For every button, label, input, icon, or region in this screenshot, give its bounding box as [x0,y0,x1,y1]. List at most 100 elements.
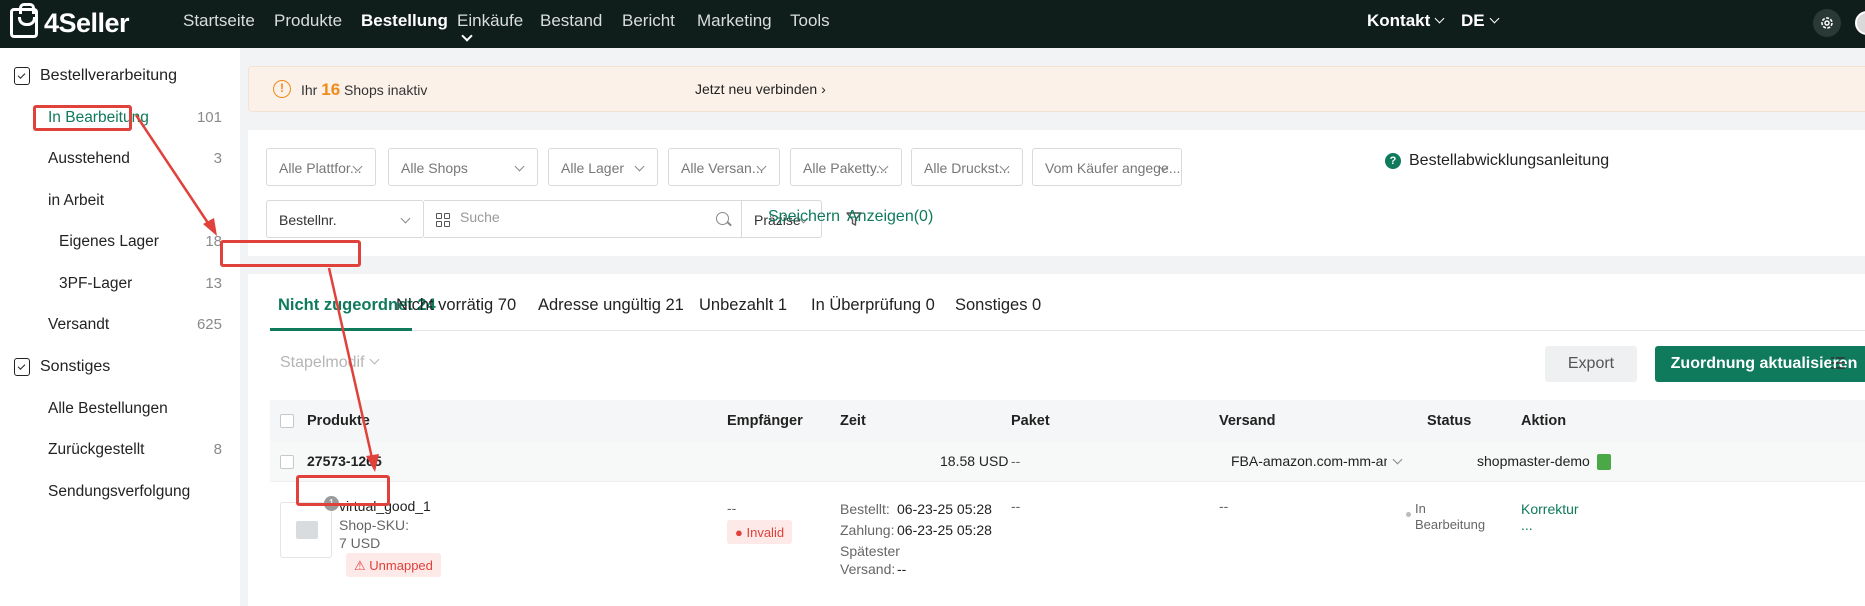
search-field-select[interactable]: Bestellnr. [266,200,424,238]
select-all-checkbox[interactable] [280,414,294,428]
platform-select[interactable]: Alle Plattfor... [266,148,376,186]
order-guide-label: Bestellabwicklungsanleitung [1409,152,1610,169]
brand-logo[interactable]: 4Seller [10,3,130,40]
alert-text: Ihr 16 Shops inaktiv [301,80,427,100]
buyer-specified-select[interactable]: Vom Käufer angege... [1032,148,1182,186]
warehouse-select[interactable]: Alle Lager [548,148,658,186]
latest-ship-label-2: Versand: [840,561,896,577]
tab-sonstiges[interactable]: Sonstiges 0 [955,296,1041,315]
tab-adresse-ungueltig[interactable]: Adresse ungültig 21 [538,296,684,315]
clipboard-check-icon [14,67,30,85]
chevron-down-icon [634,161,645,172]
sidebar-group-label: Sonstiges [40,358,111,375]
avatar[interactable] [1855,11,1865,35]
nav-einkaeufe[interactable]: Einkäufe [457,11,523,31]
annotation-highlight-tab [220,240,361,267]
order-checkbox[interactable] [280,455,294,469]
warehouse-select-value: Alle Lager [561,160,625,176]
chevron-down-icon [1434,13,1445,24]
package-type-select[interactable]: Alle Paketty... [790,148,902,186]
shipping-select[interactable]: Alle Versan... [668,148,780,186]
nav-bericht[interactable]: Bericht [622,11,675,31]
product-thumbnail[interactable] [280,502,332,558]
search-icon[interactable] [716,212,729,225]
export-button[interactable]: Export [1545,346,1637,382]
sidebar-item-count: 3 [213,150,222,167]
shop-sku-label: Shop-SKU: [339,517,410,533]
tab-nicht-vorraetig[interactable]: Nicht vorrätig 70 [396,296,516,315]
sidebar-item-ausstehend[interactable]: Ausstehend 3 [48,150,228,168]
invalid-address-badge[interactable]: ● Invalid [727,520,793,544]
order-row[interactable]: 27573-1265 18.58 USD -- FBA-amazon.com-m… [270,442,1865,482]
unmapped-badge[interactable]: ⚠ Unmapped [346,553,441,577]
column-empfaenger: Empfänger [727,413,803,429]
column-status: Status [1427,413,1472,429]
tab-in-ueberpruefung[interactable]: In Überprüfung 0 [811,296,935,315]
nav-startseite[interactable]: Startseite [183,11,255,31]
contact-menu[interactable]: Kontakt [1367,11,1445,31]
location-pin-icon: ● [735,525,743,540]
shopify-icon [1597,454,1611,470]
order-id[interactable]: 27573-1265 [307,453,382,469]
sidebar-group-sonstiges[interactable]: Sonstiges [14,358,110,376]
shop-select-value: Alle Shops [401,160,468,176]
save-filter-link[interactable]: Speichern [768,208,840,226]
invalid-label: Invalid [746,525,785,540]
grid-icon[interactable] [436,213,450,227]
correction-link[interactable]: Korrektur [1521,501,1579,517]
shopping-bag-icon [10,3,38,38]
search-input[interactable] [460,209,700,225]
shop-select[interactable]: Alle Shops [388,148,538,186]
column-settings-icon[interactable] [1831,357,1845,369]
sidebar-item-eigenes-lager[interactable]: Eigenes Lager 18 [59,233,228,251]
sidebar-item-alle-bestellungen[interactable]: Alle Bestellungen [48,400,228,418]
latest-ship-label: Spätester [840,543,900,559]
sidebar-group-label: Bestellverarbeitung [40,67,177,84]
nav-bestellung[interactable]: Bestellung [361,11,448,31]
reconnect-link[interactable]: Jetzt neu verbinden › [695,81,826,97]
sidebar-item-sendungsverfolgung[interactable]: Sendungsverfolgung [48,483,228,501]
settings-button[interactable] [1813,9,1841,37]
column-versand: Versand [1219,413,1276,429]
ordered-label: Bestellt: [840,501,890,517]
order-shop: shopmaster-demo [1477,453,1590,469]
ordered-value: 06-23-25 05:28 [897,501,992,517]
status-line-1: In [1415,501,1426,516]
sidebar: Bestellverarbeitung In Bearbeitung 101 A… [0,48,240,606]
sidebar-item-label: Alle Bestellungen [48,400,168,417]
nav-produkte[interactable]: Produkte [274,11,342,31]
chevron-down-icon [1489,13,1500,24]
reconnect-label: Jetzt neu verbinden [695,81,818,97]
sidebar-item-count: 625 [196,316,222,333]
sidebar-item-label: Ausstehend [48,150,130,167]
unmapped-label: Unmapped [369,558,433,573]
latest-ship-value: -- [897,561,907,577]
sidebar-group-bestellverarbeitung[interactable]: Bestellverarbeitung [14,67,177,85]
order-guide-link[interactable]: ? Bestellabwicklungsanleitung [1385,152,1609,170]
sidebar-item-label: Zurückgestellt [48,441,145,458]
sidebar-item-versandt[interactable]: Versandt 625 [48,316,228,334]
tab-unbezahlt[interactable]: Unbezahlt 1 [699,296,787,315]
nav-marketing[interactable]: Marketing [697,11,772,31]
more-actions-link[interactable]: ... [1521,517,1533,533]
sidebar-item-label: 3PF-Lager [59,275,133,292]
sidebar-item-count: 101 [196,109,222,126]
order-shipping-method[interactable]: FBA-amazon.com-mm-amaz [1231,453,1387,469]
active-tab-indicator [270,328,412,331]
sidebar-item-count: 8 [213,441,222,458]
nav-tools[interactable]: Tools [790,11,830,31]
sidebar-item-zurueckgestellt[interactable]: Zurückgestellt 8 [48,441,228,459]
print-status-select[interactable]: Alle Druckst... [911,148,1023,186]
batch-edit-menu[interactable]: Stapelmodif [280,354,379,372]
shipping-select-value: Alle Versan... [681,160,764,176]
show-saved-link[interactable]: Anzeigen(0) [847,208,933,226]
chevron-down-icon [1392,454,1403,465]
order-list-panel: Nicht zugeordnet 24 Nicht vorrätig 70 Ad… [248,274,1865,606]
unlink-icon: ⚠ [354,558,366,573]
chevron-down-icon [461,30,473,42]
nav-bestand[interactable]: Bestand [540,11,602,31]
inactive-shops-alert: ! Ihr 16 Shops inaktiv Jetzt neu verbind… [248,66,1865,112]
sidebar-item-in-arbeit[interactable]: in Arbeit [48,192,228,210]
language-menu[interactable]: DE [1461,11,1500,31]
sidebar-item-3pf-lager[interactable]: 3PF-Lager 13 [59,275,228,293]
